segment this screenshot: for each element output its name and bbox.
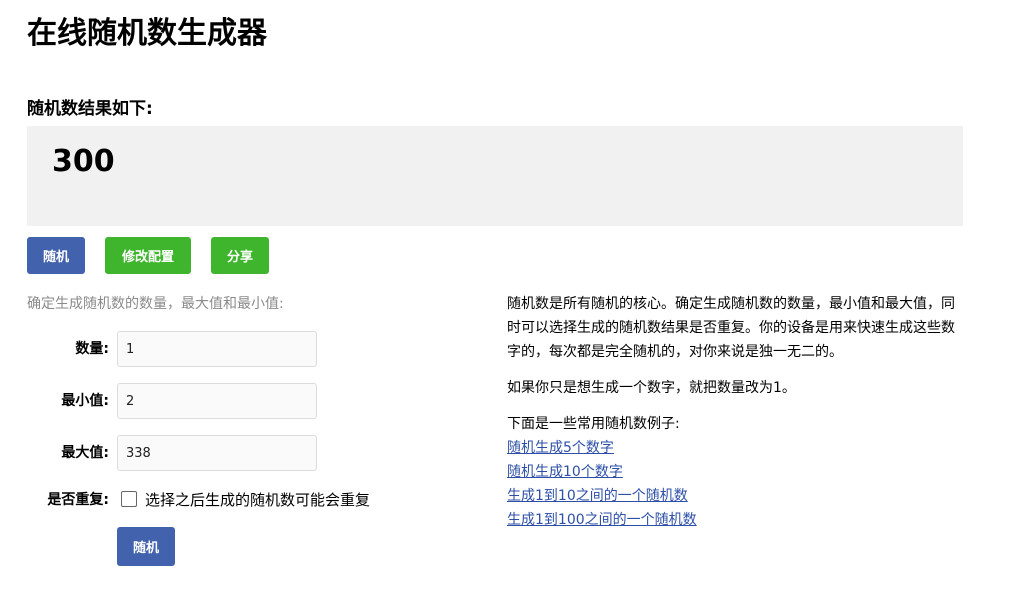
max-label: 最大值: — [61, 445, 109, 461]
description: 随机数是所有随机的核心。确定生成随机数的数量，最小值和最大值，同时可以选择生成的… — [507, 292, 967, 532]
example-link-5-numbers[interactable]: 随机生成5个数字 — [507, 436, 614, 460]
min-input[interactable] — [117, 383, 317, 419]
random-button[interactable]: 随机 — [27, 237, 85, 274]
generate-button[interactable]: 随机 — [117, 527, 175, 566]
min-label: 最小值: — [61, 393, 109, 409]
count-label: 数量: — [75, 341, 109, 357]
config-hint: 确定生成随机数的数量，最大值和最小值: — [27, 296, 284, 312]
repeat-checkbox[interactable] — [121, 491, 137, 507]
repeat-checkbox-label[interactable]: 选择之后生成的随机数可能会重复 — [145, 490, 370, 510]
repeat-label: 是否重复: — [47, 492, 109, 508]
edit-config-button[interactable]: 修改配置 — [105, 237, 191, 274]
page: 在线随机数生成器 随机数结果如下: 300 随机 修改配置 分享 确定生成随机数… — [0, 0, 1009, 591]
page-title: 在线随机数生成器 — [27, 16, 267, 51]
description-paragraph: 随机数是所有随机的核心。确定生成随机数的数量，最小值和最大值，同时可以选择生成的… — [507, 296, 955, 360]
result-label: 随机数结果如下: — [27, 99, 153, 119]
count-input[interactable] — [117, 331, 317, 367]
example-link-1-to-100[interactable]: 生成1到100之间的一个随机数 — [507, 508, 697, 532]
description-tip: 如果你只是想生成一个数字，就把数量改为1。 — [507, 380, 796, 396]
example-link-1-to-10[interactable]: 生成1到10之间的一个随机数 — [507, 484, 688, 508]
share-button[interactable]: 分享 — [211, 237, 269, 274]
result-value: 300 — [52, 144, 115, 179]
examples-heading: 下面是一些常用随机数例子: — [507, 416, 680, 432]
example-link-10-numbers[interactable]: 随机生成10个数字 — [507, 460, 623, 484]
result-box: 300 — [27, 126, 963, 226]
max-input[interactable] — [117, 435, 317, 471]
